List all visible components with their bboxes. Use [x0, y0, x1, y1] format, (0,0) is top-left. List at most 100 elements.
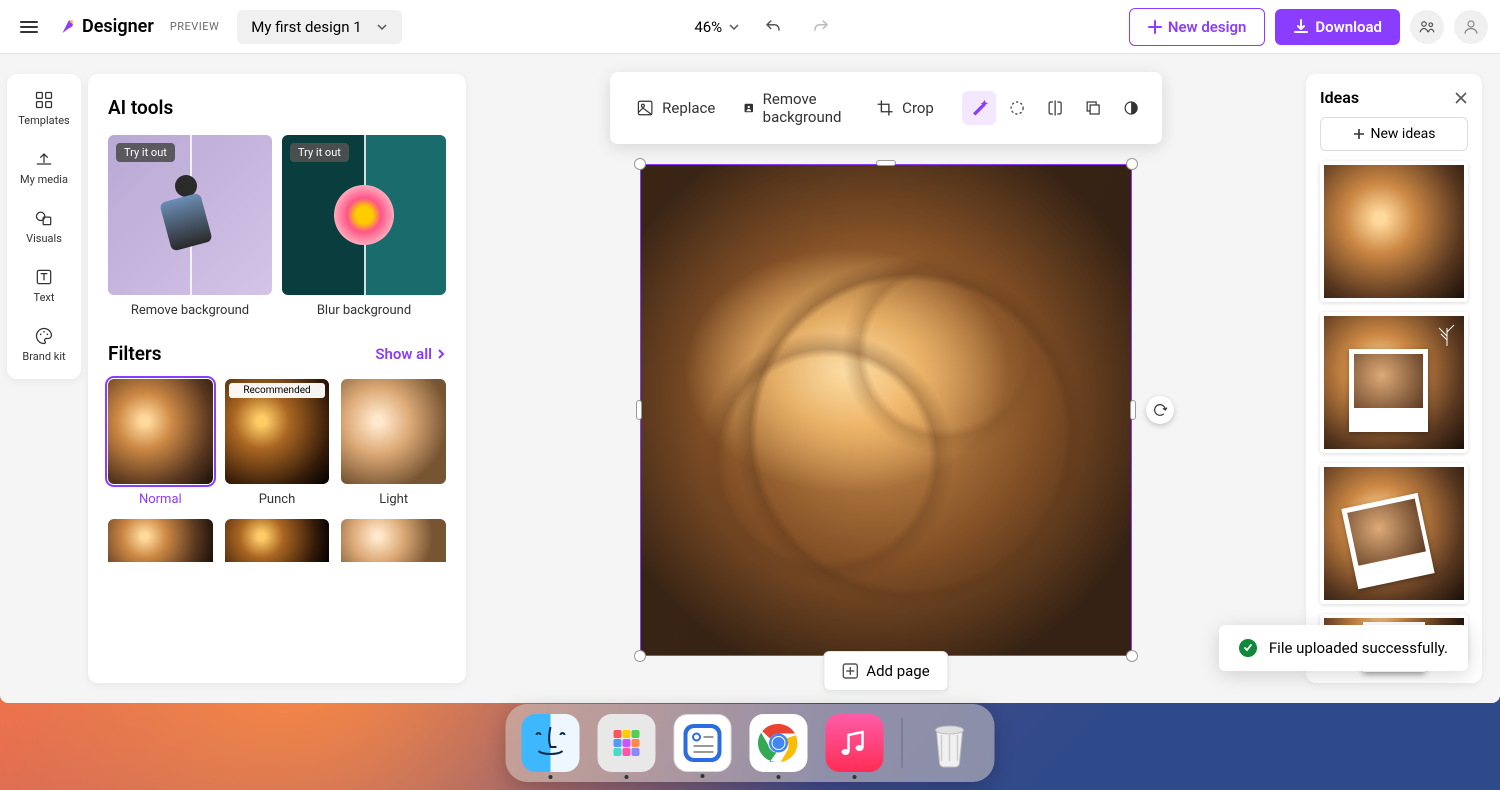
plus-icon: [1148, 20, 1162, 34]
launchpad-icon: [607, 723, 647, 763]
rotate-icon: [1152, 402, 1168, 418]
rail-inner: Templates My media Visuals Text Brand ki…: [7, 74, 81, 379]
crop-button[interactable]: Crop: [864, 91, 946, 125]
user-icon: [1462, 18, 1480, 36]
rotate-handle[interactable]: [1146, 396, 1174, 424]
rail-label: Brand kit: [22, 350, 65, 363]
reminders-icon: [680, 720, 726, 766]
artboard-selection[interactable]: [640, 164, 1132, 656]
download-button[interactable]: Download: [1275, 9, 1400, 45]
rail-item-my-media[interactable]: My media: [7, 149, 81, 186]
idea-thumbnail-2[interactable]: [1320, 312, 1468, 453]
zoom-dropdown[interactable]: 46%: [694, 18, 740, 36]
remove-background-button[interactable]: Remove background: [731, 82, 860, 134]
resize-edge-right[interactable]: [1130, 400, 1136, 420]
undo-button[interactable]: [758, 12, 788, 42]
resize-handle-br[interactable]: [1126, 650, 1138, 662]
app-name: Designer: [82, 16, 154, 37]
rail-item-templates[interactable]: Templates: [7, 90, 81, 127]
filter-label: Normal: [139, 492, 182, 507]
rail-item-text[interactable]: Text: [7, 267, 81, 304]
resize-handle-tr[interactable]: [1126, 158, 1138, 170]
image-icon: [636, 99, 654, 117]
filter-thumb-partial: [108, 519, 213, 563]
ideas-header: Ideas: [1320, 88, 1468, 107]
chrome-icon: [756, 720, 802, 766]
dock-app-reminders[interactable]: [674, 714, 732, 772]
filters-header: Filters Show all: [108, 342, 446, 365]
show-all-filters-button[interactable]: Show all: [375, 345, 446, 363]
filter-item-punch[interactable]: Recommended Punch: [225, 379, 330, 507]
resize-handle-tl[interactable]: [634, 158, 646, 170]
filter-item-light[interactable]: Light: [341, 379, 446, 507]
resize-edge-top[interactable]: [876, 160, 896, 166]
chevron-down-icon: [728, 21, 740, 33]
dock-app-music[interactable]: [826, 714, 884, 772]
filter-label: Light: [379, 492, 408, 507]
replace-button[interactable]: Replace: [624, 91, 727, 125]
add-page-button[interactable]: Add page: [823, 651, 948, 691]
filter-thumb-normal: [108, 379, 213, 484]
flip-button[interactable]: [1038, 91, 1072, 125]
new-ideas-label: New ideas: [1371, 126, 1436, 142]
ai-tool-remove-background[interactable]: Try it out Remove background: [108, 135, 272, 318]
app-header: Designer PREVIEW My first design 1 46% N…: [0, 0, 1500, 54]
magic-edit-button[interactable]: [962, 91, 996, 125]
chevron-down-icon: [376, 21, 388, 33]
redo-button[interactable]: [806, 12, 836, 42]
ai-tools-row: Try it out Remove background Try it out …: [108, 135, 446, 318]
rail-item-visuals[interactable]: Visuals: [7, 208, 81, 245]
account-button[interactable]: [1454, 10, 1488, 44]
opacity-button[interactable]: [1114, 91, 1148, 125]
dock-app-finder[interactable]: [522, 714, 580, 772]
upload-success-toast: File uploaded successfully.: [1219, 625, 1468, 671]
add-page-label: Add page: [866, 662, 929, 680]
dock-trash[interactable]: [921, 714, 979, 772]
recommended-tag: Recommended: [229, 383, 326, 398]
download-icon: [1293, 19, 1309, 35]
ai-tool-blur-background[interactable]: Try it out Blur background: [282, 135, 446, 318]
crop-label: Crop: [902, 99, 934, 117]
polaroid-overlay: [1349, 349, 1427, 431]
trash-icon: [927, 717, 973, 769]
filter-item-4[interactable]: [108, 519, 213, 563]
try-it-out-tag: Try it out: [116, 143, 175, 162]
document-name-dropdown[interactable]: My first design 1: [237, 10, 401, 44]
preview-badge: PREVIEW: [170, 20, 219, 33]
layers-button[interactable]: [1076, 91, 1110, 125]
dock-app-chrome[interactable]: [750, 714, 808, 772]
macos-dock: [506, 704, 995, 782]
magic-wand-icon: [970, 99, 988, 117]
templates-icon: [34, 90, 54, 110]
rail-item-brand-kit[interactable]: Brand kit: [7, 326, 81, 363]
new-ideas-button[interactable]: New ideas: [1320, 117, 1468, 151]
resize-handle-bl[interactable]: [634, 650, 646, 662]
download-label: Download: [1315, 18, 1382, 36]
lotus-flower-graphic: [324, 175, 404, 255]
filter-grid: Normal Recommended Punch Light: [108, 379, 446, 562]
ideas-panel: Ideas New ideas: [1306, 74, 1482, 683]
dock-app-launchpad[interactable]: [598, 714, 656, 772]
remove-bg-icon: [743, 99, 754, 117]
designer-app-window: Designer PREVIEW My first design 1 46% N…: [0, 0, 1500, 703]
crop-icon: [876, 99, 894, 117]
filter-item-normal[interactable]: Normal: [108, 379, 213, 507]
filter-thumb-partial: [341, 519, 446, 563]
share-button[interactable]: [1410, 10, 1444, 44]
filters-title: Filters: [108, 342, 162, 365]
new-design-button[interactable]: New design: [1129, 8, 1266, 46]
document-name-label: My first design 1: [251, 18, 361, 36]
header-right: New design Download: [1129, 8, 1488, 46]
resize-edge-left[interactable]: [636, 400, 642, 420]
filter-item-6[interactable]: [341, 519, 446, 563]
skateboarder-graphic: [165, 175, 215, 255]
close-ideas-button[interactable]: [1454, 91, 1468, 105]
try-it-out-tag: Try it out: [290, 143, 349, 162]
filter-item-5[interactable]: [225, 519, 330, 563]
idea-thumbnail-3[interactable]: [1320, 463, 1468, 604]
left-rail: Templates My media Visuals Text Brand ki…: [0, 54, 88, 703]
adjust-button[interactable]: [1000, 91, 1034, 125]
idea-thumbnail-1[interactable]: [1320, 161, 1468, 302]
menu-toggle-button[interactable]: [12, 13, 46, 41]
ideas-title: Ideas: [1320, 88, 1359, 107]
